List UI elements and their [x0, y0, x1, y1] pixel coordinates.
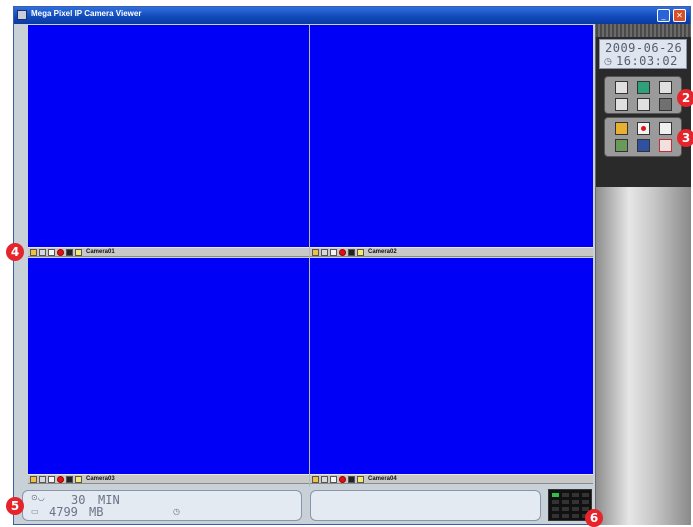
camera-selector-cell[interactable] — [562, 500, 569, 504]
close-button[interactable]: ✕ — [673, 9, 686, 22]
camera-selector-cell[interactable] — [582, 493, 589, 497]
camera-selector-cell[interactable] — [572, 500, 579, 504]
screen-icon[interactable] — [321, 476, 328, 483]
disk-icon: ▭ — [31, 507, 39, 516]
layout-button-panel — [604, 76, 682, 114]
camera-view-4[interactable] — [310, 258, 593, 474]
camera-toolbar-4: Camera04 — [310, 474, 593, 484]
snapshot-icon[interactable] — [66, 249, 73, 256]
callout-badge-5: 5 — [6, 497, 24, 515]
folder-icon[interactable] — [312, 249, 319, 256]
snapshot-icon[interactable] — [348, 249, 355, 256]
camera-selector-cell[interactable] — [572, 507, 579, 511]
screen-icon[interactable] — [39, 249, 46, 256]
open-folder-icon[interactable] — [615, 122, 628, 135]
callout-badge-2: 2 — [677, 89, 693, 107]
folder-icon[interactable] — [30, 476, 37, 483]
camera-selector-cell[interactable] — [562, 493, 569, 497]
clock-display: 2009-06-26 ◷ 16:03:02 — [599, 39, 687, 69]
sidebar-grip — [596, 24, 691, 37]
single-view-icon[interactable] — [615, 81, 628, 94]
audio-icon[interactable] — [330, 249, 337, 256]
sixteen-view-icon[interactable] — [615, 98, 628, 111]
audio-icon[interactable] — [48, 249, 55, 256]
record-icon[interactable] — [57, 476, 64, 483]
camera-selector-cell[interactable] — [572, 514, 579, 518]
record-icon[interactable] — [57, 249, 64, 256]
camera-selector-cell[interactable] — [552, 493, 559, 497]
screen-icon[interactable] — [321, 249, 328, 256]
camera-toolbar-2: Camera02 — [310, 247, 593, 257]
disk-space: 4799 — [49, 505, 78, 519]
camera-label: Camera01 — [86, 249, 115, 255]
camera-toolbar-1: Camera01 — [28, 247, 309, 257]
snapshot-icon[interactable] — [66, 476, 73, 483]
callout-badge-4: 4 — [6, 243, 24, 261]
callout-badge-3: 3 — [677, 129, 693, 147]
snapshot-icon[interactable] — [348, 476, 355, 483]
camera-setup-icon[interactable] — [637, 139, 650, 152]
screen-icon[interactable] — [39, 476, 46, 483]
record-icon[interactable] — [339, 249, 346, 256]
record-all-icon[interactable] — [637, 122, 650, 135]
camera-view-3[interactable] — [28, 258, 309, 474]
clock-date: 2009-06-26 — [605, 41, 683, 55]
light-icon[interactable] — [75, 476, 82, 483]
camera-toolbar-3: Camera03 — [28, 474, 309, 484]
audio-icon[interactable] — [48, 476, 55, 483]
camera-selector-cell[interactable] — [562, 507, 569, 511]
camera-selector-cell[interactable] — [552, 500, 559, 504]
camera-label: Camera02 — [368, 249, 397, 255]
camera-selector-cell[interactable] — [552, 514, 559, 518]
light-icon[interactable] — [357, 476, 364, 483]
camera-selector-cell[interactable] — [572, 493, 579, 497]
nine-view-icon[interactable] — [659, 81, 672, 94]
light-icon[interactable] — [75, 249, 82, 256]
action-button-panel — [604, 117, 682, 157]
folder-icon[interactable] — [312, 476, 319, 483]
schedule-icon[interactable] — [659, 139, 672, 152]
camera-view-2[interactable] — [310, 25, 593, 247]
light-icon[interactable] — [357, 249, 364, 256]
camera-view-1[interactable] — [28, 25, 309, 247]
disk-unit: MB — [89, 505, 104, 519]
record-duration-icon: ⊙◡ — [31, 493, 45, 502]
audio-icon[interactable] — [330, 476, 337, 483]
title-bar[interactable]: Mega Pixel IP Camera Viewer _ ✕ — [14, 7, 690, 24]
window-title: Mega Pixel IP Camera Viewer — [31, 9, 142, 18]
clock-icon: ◷ — [604, 56, 612, 66]
six-view-icon[interactable] — [637, 98, 650, 111]
app-icon — [17, 10, 27, 20]
record-status-panel: ⊙◡ 30 MIN ▭ 4799 MB ◷ — [22, 490, 302, 521]
quad-view-icon[interactable] — [637, 81, 650, 94]
camera-selector-cell[interactable] — [582, 500, 589, 504]
camera-label: Camera04 — [368, 476, 397, 482]
folder-icon[interactable] — [30, 249, 37, 256]
message-panel — [310, 490, 541, 521]
record-icon[interactable] — [339, 476, 346, 483]
blank-icon[interactable] — [659, 122, 672, 135]
minimize-button[interactable]: _ — [657, 9, 670, 22]
settings-tool-icon[interactable] — [615, 139, 628, 152]
clock-time: 16:03:02 — [616, 54, 678, 68]
full-screen-icon[interactable] — [659, 98, 672, 111]
camera-selector-cell[interactable] — [562, 514, 569, 518]
camera-label: Camera03 — [86, 476, 115, 482]
callout-badge-6: 6 — [585, 509, 603, 527]
camera-selector-cell[interactable] — [552, 507, 559, 511]
refresh-icon[interactable]: ◷ — [173, 507, 180, 516]
